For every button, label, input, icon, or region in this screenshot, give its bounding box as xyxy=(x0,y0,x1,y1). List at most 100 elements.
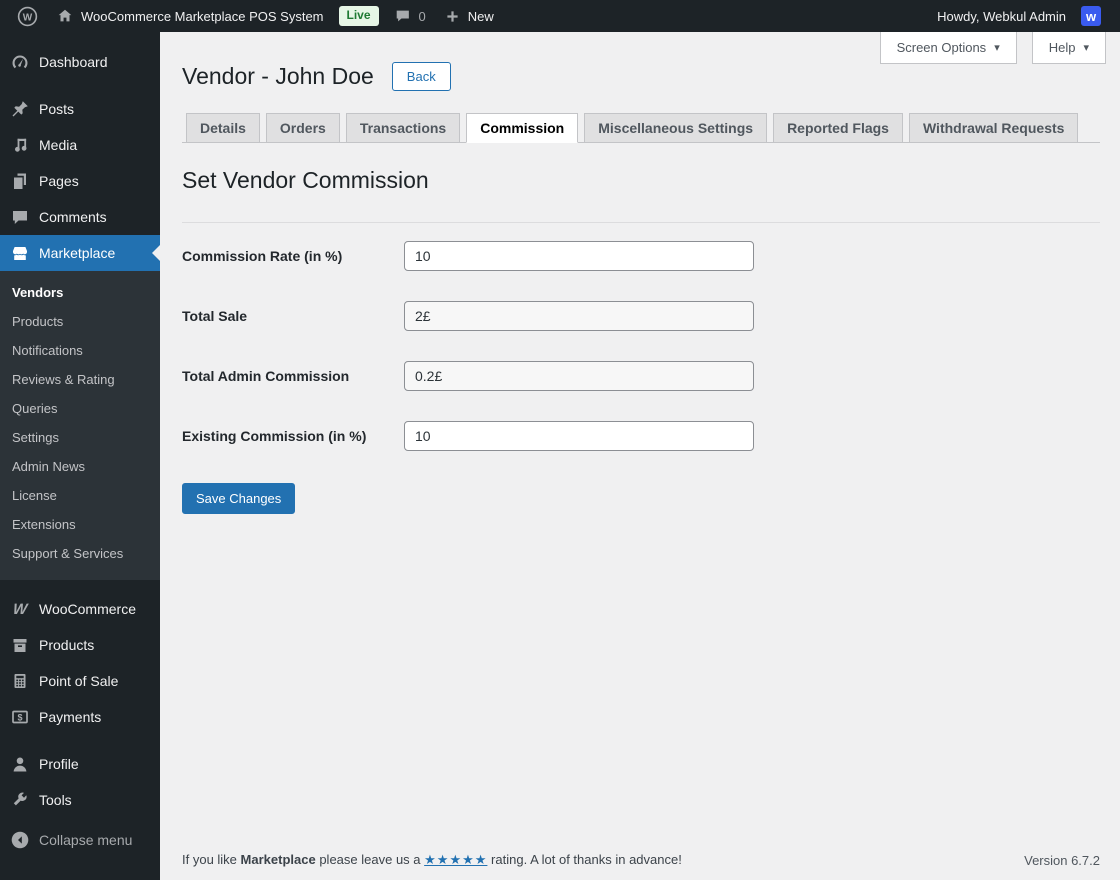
chevron-down-icon: ▾ xyxy=(994,42,1000,54)
submenu-item-vendors[interactable]: Vendors xyxy=(0,278,160,307)
submenu-item-queries[interactable]: Queries xyxy=(0,394,160,423)
sidebar-item-payments[interactable]: $ Payments xyxy=(0,699,160,735)
comment-count: 0 xyxy=(418,8,426,24)
pages-icon xyxy=(10,171,30,191)
section-divider xyxy=(182,222,1100,223)
submenu-item-settings[interactable]: Settings xyxy=(0,423,160,452)
calculator-icon xyxy=(10,671,30,691)
tab-withdrawal-requests[interactable]: Withdrawal Requests xyxy=(908,113,1079,142)
total-sale-label: Total Sale xyxy=(182,308,248,324)
collapse-menu-button[interactable]: Collapse menu xyxy=(0,822,160,858)
commission-rate-label: Commission Rate (in %) xyxy=(182,248,343,264)
my-account-link[interactable]: Howdy, Webkul Admin w xyxy=(928,0,1110,32)
save-changes-button[interactable]: Save Changes xyxy=(182,483,296,514)
tab-reported-flags[interactable]: Reported Flags xyxy=(773,113,903,142)
page-footer: If you like Marketplace please leave us … xyxy=(182,852,1100,868)
existing-commission-input[interactable] xyxy=(404,421,754,451)
footer-plugin-name: Marketplace xyxy=(240,852,316,867)
existing-commission-label: Existing Commission (in %) xyxy=(182,428,367,444)
help-label: Help xyxy=(1048,40,1076,55)
tab-commission[interactable]: Commission xyxy=(466,113,579,143)
footer-text: If you like xyxy=(182,852,237,867)
store-icon xyxy=(10,243,30,263)
title-row: Vendor - John Doe Back xyxy=(182,62,1100,91)
footer-text: please leave us a xyxy=(319,852,421,867)
sidebar-item-posts[interactable]: Posts xyxy=(0,91,160,127)
commission-rate-input[interactable] xyxy=(404,241,754,271)
sidebar-item-dashboard[interactable]: Dashboard xyxy=(0,44,160,80)
sidebar-label: Point of Sale xyxy=(39,673,119,689)
sidebar-item-media[interactable]: Media xyxy=(0,127,160,163)
sidebar-item-profile[interactable]: Profile xyxy=(0,746,160,782)
sidebar-label: Products xyxy=(39,637,95,653)
tab-orders[interactable]: Orders xyxy=(265,113,340,142)
sidebar-label: Tools xyxy=(39,792,72,808)
svg-text:$: $ xyxy=(17,712,22,722)
svg-text:W: W xyxy=(23,12,33,23)
dashboard-gauge-icon xyxy=(10,52,30,72)
submenu-item-admin-news[interactable]: Admin News xyxy=(0,452,160,481)
tab-details[interactable]: Details xyxy=(186,113,260,142)
total-admin-commission-input[interactable] xyxy=(404,361,754,391)
wordpress-logo-icon: W xyxy=(17,6,38,27)
submenu-item-products[interactable]: Products xyxy=(0,307,160,336)
back-button[interactable]: Back xyxy=(391,62,451,91)
submenu-item-reviews-rating[interactable]: Reviews & Rating xyxy=(0,365,160,394)
sidebar-item-products[interactable]: Products xyxy=(0,627,160,663)
tab-transactions[interactable]: Transactions xyxy=(345,113,461,142)
collapse-label: Collapse menu xyxy=(39,832,133,848)
submenu-item-license[interactable]: License xyxy=(0,481,160,510)
five-stars-link[interactable]: ★★★★★ xyxy=(424,852,487,867)
version-text: Version 6.7.2 xyxy=(1024,852,1100,868)
submenu-item-notifications[interactable]: Notifications xyxy=(0,336,160,365)
help-button[interactable]: Help ▾ xyxy=(1031,32,1106,64)
sidebar-label: Pages xyxy=(39,173,79,189)
footer-message: If you like Marketplace please leave us … xyxy=(182,852,682,868)
avatar: w xyxy=(1081,6,1101,26)
admin-bar: W WooCommerce Marketplace POS System Liv… xyxy=(0,0,1120,32)
screen-options-button[interactable]: Screen Options ▾ xyxy=(879,32,1017,64)
sidebar-label: Media xyxy=(39,137,78,153)
total-sale-input[interactable] xyxy=(404,301,754,331)
chevron-down-icon: ▾ xyxy=(1083,42,1089,54)
sidebar-label: Comments xyxy=(39,209,107,225)
sidebar-item-tools[interactable]: Tools xyxy=(0,782,160,818)
collapse-arrow-icon xyxy=(10,830,30,850)
sidebar-item-point-of-sale[interactable]: Point of Sale xyxy=(0,663,160,699)
wrench-icon xyxy=(10,790,30,810)
site-name-link[interactable]: WooCommerce Marketplace POS System xyxy=(47,0,333,32)
page-title: Vendor - John Doe xyxy=(182,63,374,89)
submenu-item-extensions[interactable]: Extensions xyxy=(0,510,160,539)
howdy-text: Howdy, Webkul Admin xyxy=(937,8,1066,24)
home-icon xyxy=(56,7,74,25)
product-box-icon xyxy=(10,635,30,655)
comments-link[interactable]: 0 xyxy=(385,0,435,32)
sidebar-label: WooCommerce xyxy=(39,601,136,617)
live-badge: Live xyxy=(338,6,379,26)
sidebar-item-pages[interactable]: Pages xyxy=(0,163,160,199)
form-row-existing-commission: Existing Commission (in %) xyxy=(182,421,1100,451)
new-content-link[interactable]: New xyxy=(435,0,503,32)
sidebar-label: Profile xyxy=(39,756,79,772)
form-row-total-sale: Total Sale xyxy=(182,301,1100,331)
form-row-commission-rate: Commission Rate (in %) xyxy=(182,241,1100,271)
main-content: Screen Options ▾ Help ▾ Vendor - John Do… xyxy=(160,32,1120,880)
sidebar-item-marketplace[interactable]: Marketplace xyxy=(0,235,160,271)
new-label: New xyxy=(467,8,494,24)
sidebar-label: Posts xyxy=(39,101,75,117)
sidebar-item-woocommerce[interactable]: W WooCommerce xyxy=(0,591,160,627)
person-icon xyxy=(10,754,30,774)
submenu-item-support-services[interactable]: Support & Services xyxy=(0,539,160,568)
admin-sidebar: Dashboard Posts Media Pages Comments Mar… xyxy=(0,32,160,880)
footer-text: rating. A lot of thanks in advance! xyxy=(491,852,682,867)
sidebar-item-comments[interactable]: Comments xyxy=(0,199,160,235)
section-title: Set Vendor Commission xyxy=(182,167,429,193)
tab-miscellaneous-settings[interactable]: Miscellaneous Settings xyxy=(584,113,768,142)
wp-logo-button[interactable]: W xyxy=(8,0,47,32)
form-row-total-admin-commission: Total Admin Commission xyxy=(182,361,1100,391)
pushpin-icon xyxy=(10,99,30,119)
dollar-card-icon: $ xyxy=(10,707,30,727)
marketplace-submenu: Vendors Products Notifications Reviews &… xyxy=(0,271,160,580)
site-name: WooCommerce Marketplace POS System xyxy=(81,8,324,24)
screen-meta: Screen Options ▾ Help ▾ xyxy=(879,32,1106,64)
